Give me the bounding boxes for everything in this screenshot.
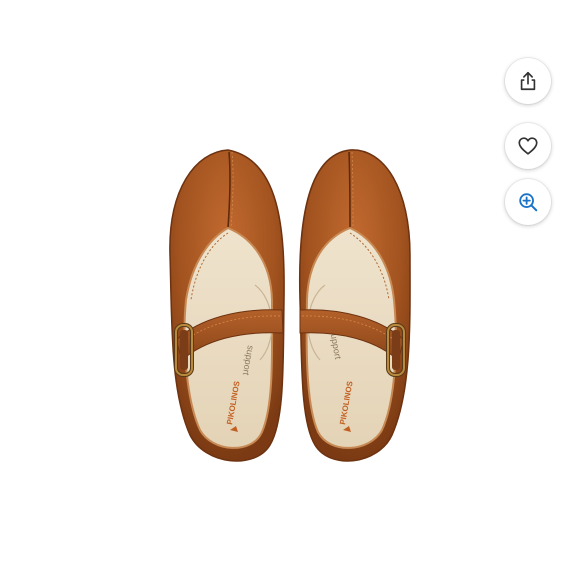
right-shoe: support PIKOLINOS (298, 149, 411, 462)
zoom-in-button[interactable] (505, 179, 551, 225)
share-button[interactable] (505, 58, 551, 104)
like-button[interactable] (505, 123, 551, 169)
left-shoe: support PIKOLINOS (169, 149, 285, 462)
heart-icon (518, 137, 538, 155)
product-image: support PIKOLINOS support PIKOLINOS (0, 0, 580, 580)
zoom-in-icon (519, 193, 538, 212)
share-icon (520, 71, 536, 91)
shoes-illustration: support PIKOLINOS support PIKOLINOS (169, 149, 411, 462)
